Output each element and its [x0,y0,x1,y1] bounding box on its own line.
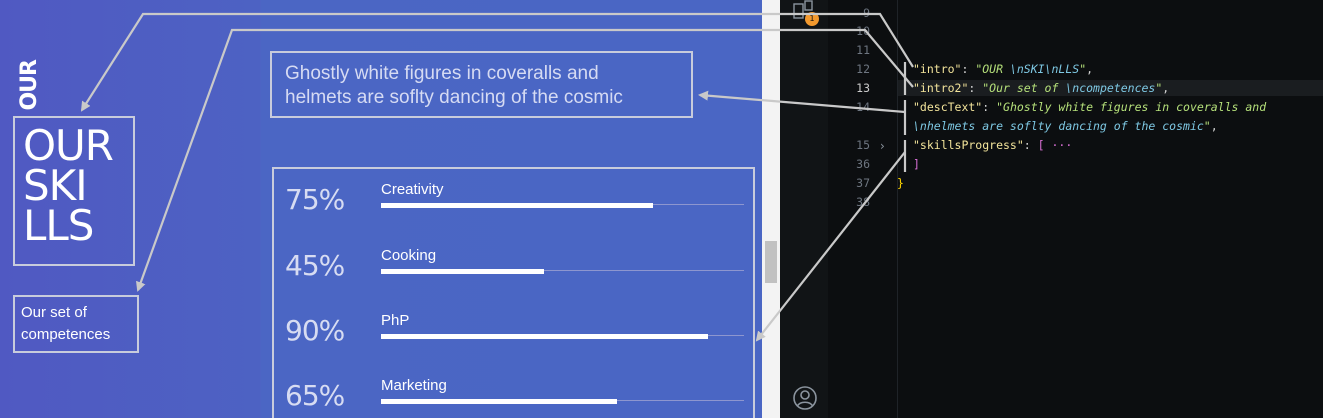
code-line[interactable]: "intro": "OUR \nSKI\nLLS", [913,62,1093,76]
vertical-logo: OUR [17,60,42,111]
title-box: OUR SKI LLS [13,116,135,266]
line-number: 36 [856,157,870,171]
page-title: OUR SKI LLS [23,121,114,250]
line-number: 15 [856,138,870,152]
code-line[interactable]: "intro2": "Our set of \ncompetences", [913,81,1169,95]
skills-box: 75% Creativity 45% Cooking 90% PhP 65% M… [272,167,755,418]
skill-bar [381,399,617,404]
code-line-wrap[interactable]: \nhelmets are soflty dancing of the cosm… [913,119,1218,133]
skill-bar [381,269,544,274]
subtitle-box: Our set of competences [13,295,139,353]
skill-row: 65% Marketing [274,365,744,418]
description-box: Ghostly white figures in coveralls and h… [270,51,693,118]
skill-percent: 75% [285,183,345,216]
preview-scrollbar[interactable] [762,0,780,418]
activity-bar [780,0,828,418]
notification-badge: 1 [805,12,819,26]
skill-percent: 90% [285,314,345,347]
skill-name: Marketing [381,377,447,394]
line-number: 11 [856,43,870,57]
skill-percent: 45% [285,249,345,282]
line-number: 37 [856,176,870,190]
line-number: 12 [856,62,870,76]
skill-bar [381,334,708,339]
code-line[interactable]: } [897,176,904,190]
chevron-right-icon[interactable]: › [880,139,885,153]
skill-percent: 65% [285,379,345,412]
skill-row: 75% Creativity [274,169,744,229]
skill-row: 90% PhP [274,300,744,360]
line-number: 10 [856,24,870,38]
preview-scrollbar-thumb[interactable] [765,241,777,283]
line-number-active: 13 [856,81,870,95]
skill-row: 45% Cooking [274,235,744,295]
skill-name: Creativity [381,181,444,198]
line-number: 38 [856,195,870,209]
skill-name: PhP [381,312,410,329]
code-line[interactable]: ] [913,157,920,171]
gutter-divider [897,0,898,418]
description-text: Ghostly white figures in coveralls and h… [285,63,623,108]
code-line[interactable]: "descText": "Ghostly white figures in co… [913,100,1266,114]
page-subtitle: Our set of competences [21,304,111,343]
code-line[interactable]: "skillsProgress": [ ··· [913,138,1072,152]
preview-panel: OUR OUR SKI LLS Our set of competences G… [0,0,765,418]
line-number: 9 [863,6,870,20]
line-number: 14 [856,100,870,114]
account-icon[interactable] [792,385,818,411]
skill-bar [381,203,653,208]
skill-name: Cooking [381,247,437,264]
